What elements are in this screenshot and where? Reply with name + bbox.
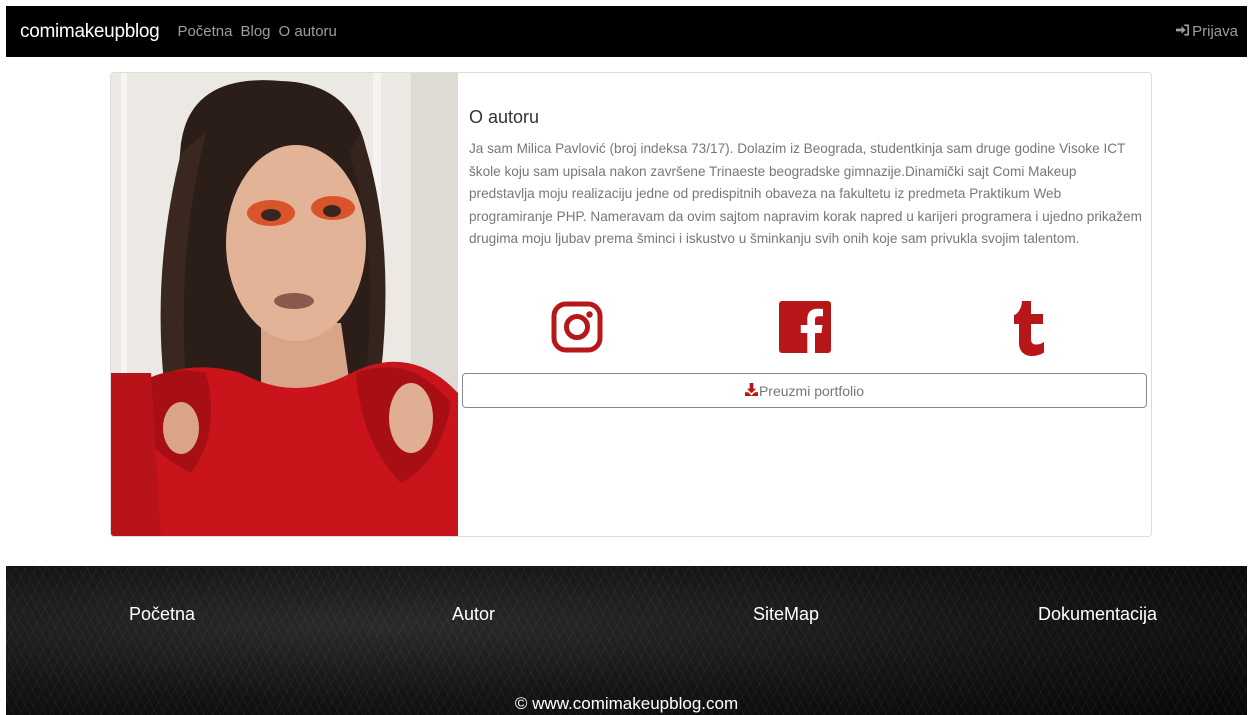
footer-link-sitemap[interactable]: SiteMap [753, 604, 819, 625]
site-footer: Početna Autor SiteMap Dokumentacija © ww… [6, 566, 1247, 715]
instagram-icon[interactable] [551, 301, 603, 358]
download-icon [744, 382, 759, 399]
author-photo [111, 73, 458, 536]
top-navbar: comimakeupblog Početna Blog O autoru Pri… [6, 6, 1247, 57]
download-label: Preuzmi portfolio [758, 382, 865, 399]
about-bio: Ja sam Milica Pavlović (broj indeksa 73/… [469, 141, 1142, 247]
download-portfolio-button[interactable]: Preuzmi portfolio [462, 373, 1147, 408]
brand-logo-link[interactable]: comimakeupblog [20, 21, 160, 43]
tumblr-icon[interactable] [1014, 301, 1050, 362]
about-title: O autoru [469, 107, 540, 127]
about-card: O autoru Ja sam Milica Pavlović (broj in… [110, 72, 1152, 537]
copyright-text: © www.comimakeupblog.com [514, 694, 739, 713]
sign-in-icon [1176, 23, 1190, 40]
facebook-icon[interactable] [779, 301, 831, 358]
login-label: Prijava [1192, 23, 1238, 40]
nav-link-o-autoru[interactable]: O autoru [279, 23, 337, 40]
nav-link-pocetna[interactable]: Početna [177, 23, 232, 40]
social-links [461, 301, 1151, 357]
footer-link-dokumentacija[interactable]: Dokumentacija [1038, 604, 1157, 625]
about-content: O autoru Ja sam Milica Pavlović (broj in… [469, 107, 1144, 251]
footer-link-autor[interactable]: Autor [452, 604, 495, 625]
login-link[interactable]: Prijava [1176, 23, 1238, 40]
footer-link-pocetna[interactable]: Početna [129, 604, 195, 625]
nav-link-blog[interactable]: Blog [240, 23, 270, 40]
